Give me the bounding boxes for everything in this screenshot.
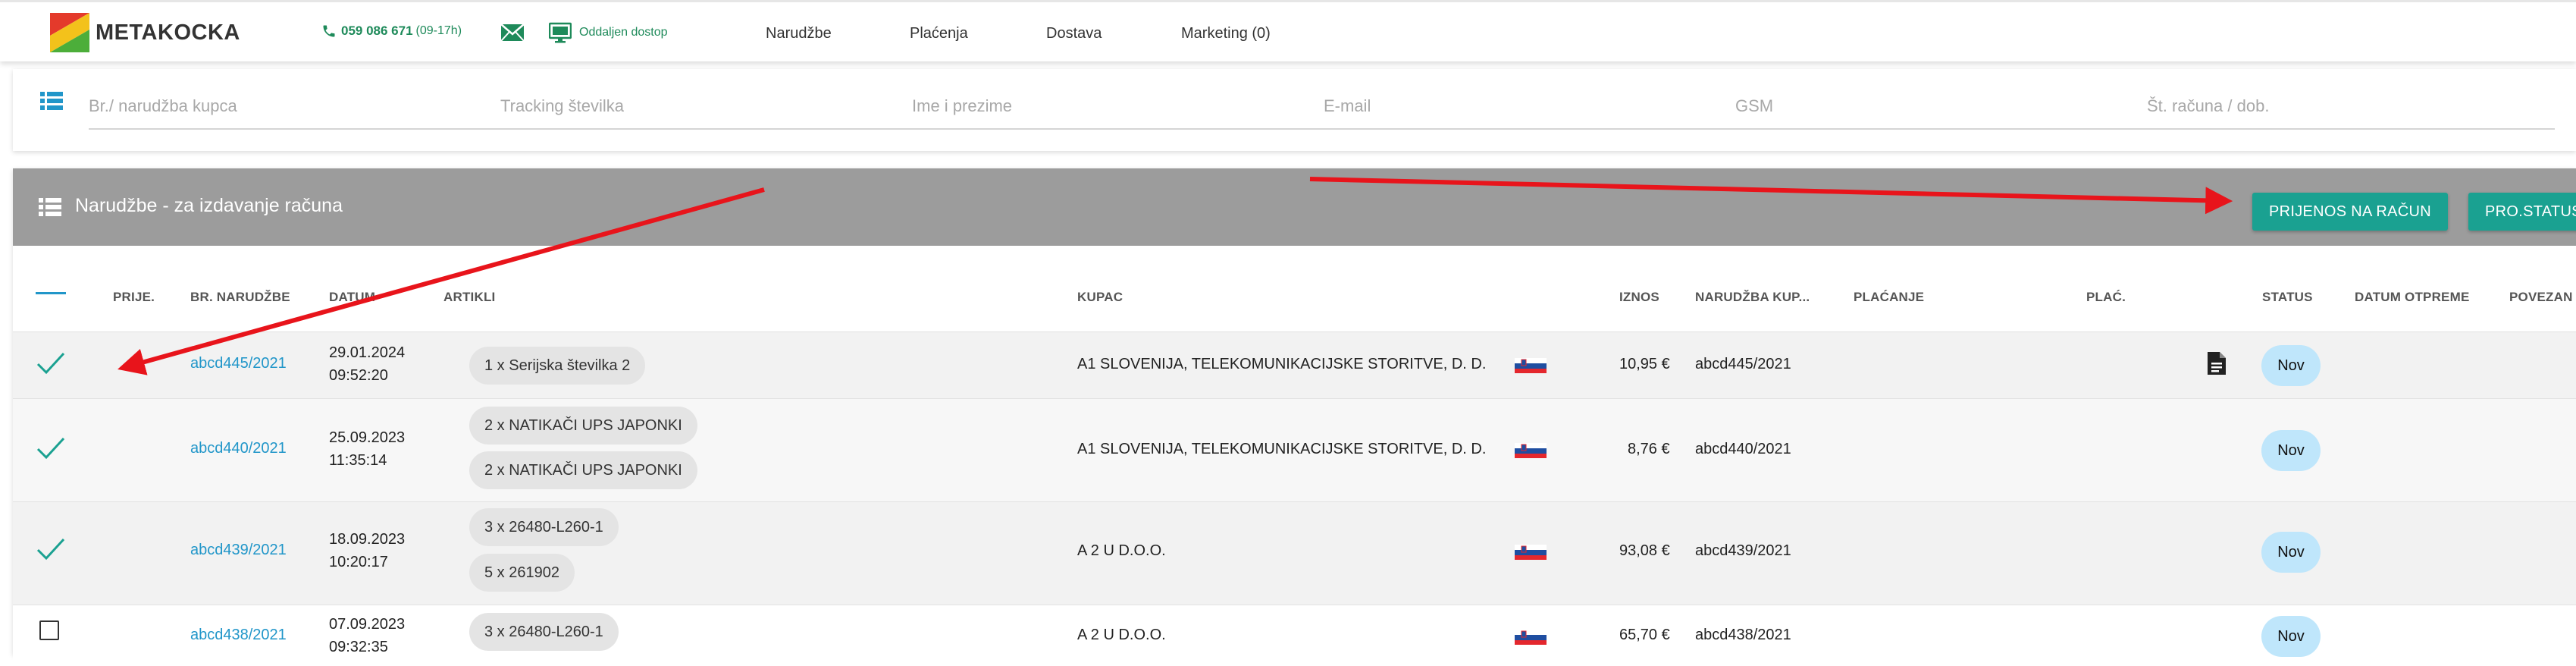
nav-payments[interactable]: Plaćenja [910,25,968,42]
amount: 8,76 € [1628,441,1670,457]
check-icon[interactable] [36,350,66,376]
customer-name: A 2 U D.O.O. [1077,542,1166,559]
status-badge[interactable]: Nov [2261,532,2321,573]
panel-header: Narudžbe - za izdavanje računa PRIJENOS … [13,168,2576,246]
check-icon[interactable] [36,435,66,461]
remote-access-link[interactable]: Oddaljen dostop [549,22,668,43]
slovenia-flag-icon [1515,545,1547,560]
item-chip: 1 x Serijska številka 2 [469,347,646,385]
orders-panel: Narudžbe - za izdavanje računa PRIJENOS … [13,168,2576,666]
mail-icon[interactable] [500,22,525,43]
nav-marketing[interactable]: Marketing (0) [1181,25,1271,42]
customer-order: abcd440/2021 [1695,441,1791,457]
time-text: 11:35:14 [329,452,387,469]
col-customer[interactable]: KUPAC [1077,290,1123,305]
order-number-input[interactable] [89,95,453,118]
gsm-input[interactable] [1735,95,2099,118]
order-date: 25.09.2023 11:35:14 [329,426,405,472]
col-transfer: PRIJE. [113,290,155,304]
search-underline [89,128,2555,130]
customer-name: A1 SLOVENIJA, TELEKOMUNIKACIJSKE STORITV… [1077,441,1487,457]
col-shipping-date[interactable]: DATUM OTPREME [2355,290,2470,305]
remote-access-label: Oddaljen dostop [579,26,668,39]
panel-title: Narudžbe - za izdavanje računa [75,195,343,216]
slovenia-flag-icon [1515,630,1547,645]
col-amount[interactable]: IZNOS [1619,290,1659,305]
order-link[interactable]: abcd438/2021 [190,627,287,643]
order-link[interactable]: abcd440/2021 [190,440,287,457]
customer-order: abcd438/2021 [1695,627,1791,643]
col-items: ARTIKLI [443,290,496,304]
customer-order: abcd445/2021 [1695,356,1791,372]
logo-text: METAKOCKA [96,20,240,45]
order-date: 18.09.2023 10:20:17 [329,528,405,573]
slovenia-flag-icon [1515,358,1547,373]
time-text: 09:52:20 [329,367,388,384]
check-icon[interactable] [36,536,66,562]
process-status-button[interactable]: PRO.STATUS [2468,193,2576,231]
row-checkbox[interactable] [39,620,59,640]
item-chip: 2 x NATIKAČI UPS JAPONKI [469,407,697,445]
transfer-to-invoice-button[interactable]: PRIJENOS NA RAČUN [2252,193,2449,231]
order-link[interactable]: abcd439/2021 [190,542,287,558]
table-row[interactable]: abcd438/2021 07.09.2023 09:32:35 3 x 264… [13,605,2576,666]
phone-contact[interactable]: 059 086 671 (09-17h) [321,24,462,39]
tracking-number-input[interactable] [500,95,864,118]
col-payment: PLAĆANJE [1854,290,1925,304]
customer-order: abcd439/2021 [1695,542,1791,559]
date-text: 25.09.2023 [329,429,406,446]
time-text: 09:32:35 [329,639,388,655]
logo-icon [50,13,89,52]
date-text: 29.01.2024 [329,344,406,361]
nav-orders[interactable]: Narudžbe [766,25,832,42]
document-icon[interactable] [2206,350,2227,376]
table-row[interactable]: abcd440/2021 25.09.2023 11:35:14 2 x NAT… [13,398,2576,502]
slovenia-flag-icon [1515,443,1547,458]
monitor-icon [549,22,572,43]
col-date[interactable]: DATUM [329,290,375,305]
phone-hours: (09-17h) [415,24,462,37]
time-text: 10:20:17 [329,554,388,570]
order-date: 07.09.2023 09:32:35 [329,613,405,658]
search-bar [13,69,2576,151]
col-paid: PLAĆ. [2086,290,2126,304]
logo[interactable]: METAKOCKA [50,13,240,52]
col-order-number[interactable]: BR. NARUDŽBE [190,290,290,305]
invoice-number-input[interactable] [2147,95,2511,118]
date-text: 07.09.2023 [329,616,406,633]
table-row[interactable]: abcd445/2021 29.01.2024 09:52:20 1 x Ser… [13,331,2576,399]
status-badge[interactable]: Nov [2261,345,2321,386]
amount: 10,95 € [1619,356,1670,372]
nav-delivery[interactable]: Dostava [1046,25,1102,42]
list-icon [39,198,61,216]
customer-name: A 2 U D.O.O. [1077,627,1166,643]
item-chip: 3 x 26480-L260-1 [469,613,619,651]
col-customer-order[interactable]: NARUDŽBA KUP... [1695,290,1810,305]
select-all-toggle[interactable] [36,292,66,294]
status-badge[interactable]: Nov [2261,616,2321,657]
phone-number: 059 086 671 [341,24,413,38]
status-badge[interactable]: Nov [2261,430,2321,471]
table-row[interactable]: abcd439/2021 18.09.2023 10:20:17 3 x 264… [13,501,2576,605]
col-status[interactable]: STATUS [2262,290,2313,305]
top-bar: METAKOCKA 059 086 671 (09-17h) Oddaljen … [0,0,2576,61]
email-input[interactable] [1324,95,1688,118]
amount: 93,08 € [1619,542,1670,559]
item-chip: 5 x 261902 [469,554,575,592]
customer-name: A1 SLOVENIJA, TELEKOMUNIKACIJSKE STORITV… [1077,356,1487,372]
item-chip: 2 x NATIKAČI UPS JAPONKI [469,451,697,489]
list-icon[interactable] [40,90,63,112]
order-date: 29.01.2024 09:52:20 [329,341,405,387]
order-link[interactable]: abcd445/2021 [190,355,287,372]
name-input[interactable] [912,95,1276,118]
amount: 65,70 € [1619,627,1670,643]
date-text: 18.09.2023 [329,531,406,548]
phone-icon [323,25,335,37]
item-chip: 3 x 26480-L260-1 [469,508,619,546]
col-linked: POVEZAN [2509,290,2573,304]
